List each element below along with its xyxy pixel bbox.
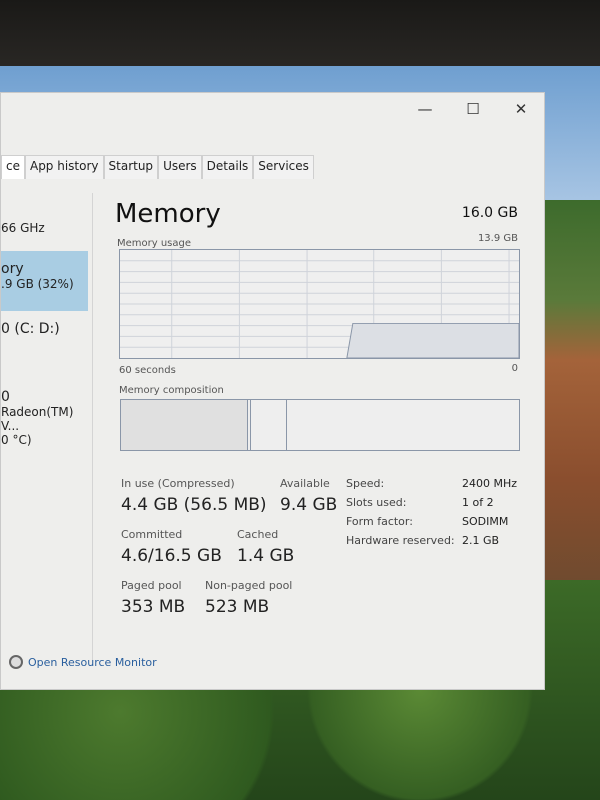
tab-app-history[interactable]: App history <box>24 155 104 179</box>
minimize-button[interactable]: — <box>405 97 445 121</box>
spec-slots-value: 1 of 2 <box>462 496 494 509</box>
non-paged-pool-value: 523 MB <box>205 597 270 617</box>
composition-free <box>287 400 519 450</box>
spec-speed-value: 2400 MHz <box>462 477 518 490</box>
time-span-label: 60 seconds <box>119 365 176 376</box>
in-use-value: 4.4 GB (56.5 MB) <box>121 495 267 515</box>
spec-speed-label: Speed: <box>346 477 385 490</box>
spec-hw-reserved-label: Hardware reserved: <box>346 534 455 547</box>
composition-standby <box>251 400 287 450</box>
page-title: Memory <box>115 199 221 229</box>
sidebar-item-disk[interactable]: 0 (C: D:) <box>1 321 60 337</box>
available-label: Available <box>280 477 330 490</box>
maximize-button[interactable]: ☐ <box>453 97 493 121</box>
memory-usage-label: Memory usage <box>117 238 192 249</box>
tab-users[interactable]: Users <box>158 155 202 179</box>
task-manager-window: — ☐ ✕ ce App history Startup Users Detai… <box>0 92 545 690</box>
sidebar-item-cpu[interactable]: 66 GHz <box>1 221 45 235</box>
paged-pool-label: Paged pool <box>121 579 182 592</box>
committed-value: 4.6/16.5 GB <box>121 546 222 566</box>
open-resource-monitor-link[interactable]: Open Resource Monitor <box>9 655 157 669</box>
memory-composition-bar <box>120 399 520 451</box>
open-resource-monitor-text: Open Resource Monitor <box>28 655 157 669</box>
spec-form-factor-label: Form factor: <box>346 515 413 528</box>
gpu-name: Radeon(TM) V... <box>1 405 74 433</box>
usage-max-label: 13.9 GB <box>477 233 518 244</box>
monitor-bezel <box>0 0 600 72</box>
tab-startup[interactable]: Startup <box>103 155 159 179</box>
cached-label: Cached <box>237 528 279 541</box>
paged-pool-value: 353 MB <box>121 597 186 617</box>
spec-form-factor-value: SODIMM <box>462 515 509 528</box>
title-bar: — ☐ ✕ <box>1 93 544 125</box>
close-button[interactable]: ✕ <box>501 97 541 121</box>
total-memory: 16.0 GB <box>461 205 518 221</box>
spec-slots-label: Slots used: <box>346 496 407 509</box>
desktop-wallpaper-cliff <box>540 200 600 600</box>
memory-label: ory <box>1 261 24 277</box>
tab-performance[interactable]: ce <box>1 155 25 179</box>
resource-monitor-icon <box>9 655 23 669</box>
cached-value: 1.4 GB <box>237 546 295 566</box>
cpu-speed: 66 GHz <box>1 221 45 235</box>
committed-label: Committed <box>121 528 183 541</box>
spec-hw-reserved-value: 2.1 GB <box>462 534 500 547</box>
gpu-temp: 0 °C) <box>1 433 32 447</box>
tab-bar: ce App history Startup Users Details Ser… <box>1 155 314 179</box>
memory-usage-graph <box>119 249 520 359</box>
disk-label: 0 (C: D:) <box>1 321 60 337</box>
tab-services[interactable]: Services <box>253 155 314 179</box>
memory-usage-summary: .9 GB (32%) <box>1 277 74 291</box>
resource-sidebar: 66 GHz ory .9 GB (32%) 0 (C: D:) 0 Radeo… <box>1 193 93 663</box>
memory-composition-label: Memory composition <box>119 385 224 396</box>
sidebar-item-gpu[interactable]: 0 Radeon(TM) V... 0 °C) <box>1 389 92 447</box>
gpu-label: 0 <box>1 389 10 405</box>
available-value: 9.4 GB <box>280 495 338 515</box>
composition-in-use <box>121 400 248 450</box>
usage-min-label: 0 <box>511 363 518 374</box>
sidebar-item-memory[interactable]: ory .9 GB (32%) <box>1 251 88 311</box>
tab-details[interactable]: Details <box>201 155 254 179</box>
non-paged-pool-label: Non-paged pool <box>205 579 293 592</box>
in-use-label: In use (Compressed) <box>121 477 235 490</box>
memory-usage-line <box>346 322 519 358</box>
